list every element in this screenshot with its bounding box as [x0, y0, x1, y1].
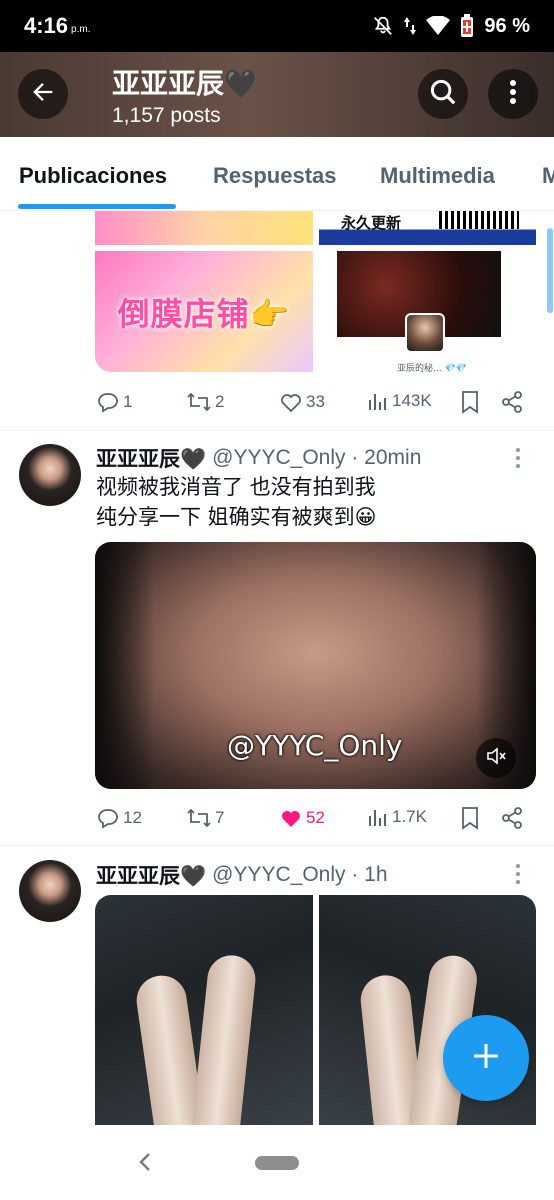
tweet-text-line-1: 视频被我消音了 也没有拍到我	[96, 475, 376, 499]
search-icon	[428, 77, 458, 112]
search-button[interactable]	[418, 69, 468, 119]
bookmark-button[interactable]	[459, 806, 481, 830]
tweet-header: 亚亚亚辰🖤 @YYYC_Only · 1h	[96, 860, 388, 890]
banner-text: 永久更新	[341, 214, 402, 232]
retweet-count: 2	[215, 392, 225, 411]
post1-media-1[interactable]	[95, 211, 313, 245]
more-dot	[516, 464, 520, 468]
status-ampm: p.m.	[71, 23, 91, 35]
like-button[interactable]: 33	[279, 390, 325, 414]
system-status-bar: 4:16 p.m. 96 %	[0, 0, 554, 52]
tab-more-cutoff[interactable]: M	[542, 163, 554, 189]
video-shadow	[95, 542, 155, 789]
reply-icon	[96, 806, 120, 830]
views-icon	[367, 806, 389, 828]
status-time: 4:16	[24, 13, 69, 38]
retweet-icon	[186, 390, 212, 414]
more-options-button[interactable]	[488, 69, 538, 119]
reply-icon	[96, 390, 120, 414]
bookmark-button[interactable]	[459, 390, 481, 414]
wifi-icon	[426, 16, 451, 36]
more-dot	[516, 864, 520, 868]
post-divider	[0, 430, 554, 431]
video-watermark: @YYYC_Only	[227, 729, 403, 762]
post-divider	[0, 845, 554, 846]
home-gesture-pill[interactable]	[255, 1156, 299, 1170]
view-count: 143K	[392, 391, 432, 410]
reply-count: 12	[123, 808, 142, 827]
post-count: 1,157 posts	[112, 104, 221, 127]
tweet-more-button[interactable]	[516, 864, 520, 884]
like-button[interactable]: 52	[279, 806, 325, 830]
tweet-photo-1[interactable]	[95, 895, 313, 1125]
share-button[interactable]	[500, 806, 524, 830]
views-button[interactable]: 1.7K	[367, 806, 427, 828]
nav-back-chevron-icon[interactable]	[138, 1151, 152, 1178]
tweet-more-button[interactable]	[516, 448, 520, 468]
views-button[interactable]: 143K	[367, 390, 432, 412]
retweet-button[interactable]: 7	[186, 806, 224, 830]
like-count: 33	[306, 392, 325, 411]
battery-percent: 96 %	[484, 14, 530, 37]
views-icon	[367, 390, 389, 412]
back-button[interactable]	[18, 69, 68, 119]
bookmark-icon	[459, 390, 481, 414]
tab-respuestas[interactable]: Respuestas	[213, 163, 337, 189]
profile-name: 亚亚亚辰🖤	[112, 68, 259, 99]
more-vertical-icon	[509, 79, 517, 110]
like-count: 52	[306, 808, 325, 827]
retweet-icon	[186, 806, 212, 830]
active-tab-indicator	[18, 204, 176, 209]
product-caption: 亚辰的秘... 💎💎	[397, 364, 467, 372]
reply-count: 1	[123, 392, 133, 411]
shop-promo-text: 倒膜店铺👉	[117, 294, 291, 333]
scrollbar-thumb[interactable]	[547, 228, 553, 313]
back-arrow-icon	[29, 78, 57, 111]
tweet-handle-time[interactable]: @YYYC_Only · 1h	[212, 863, 387, 887]
more-dot	[516, 872, 520, 876]
dnd-off-bell-icon	[372, 15, 394, 37]
compose-plus-icon	[471, 1041, 501, 1076]
profile-header: 亚亚亚辰🖤 1,157 posts	[0, 52, 554, 137]
post1-media-3[interactable]: 倒膜店铺👉	[95, 251, 313, 372]
tweet-text-line-2: 纯分享一下 姐确实有被爽到😀	[96, 505, 377, 529]
more-dot	[516, 456, 520, 460]
system-navigation-bar	[0, 1125, 554, 1200]
tweet-text: 视频被我消音了 也没有拍到我 纯分享一下 姐确实有被爽到😀	[96, 472, 377, 532]
tweet-author-name[interactable]: 亚亚亚辰🖤	[96, 860, 206, 890]
share-icon	[500, 390, 524, 414]
post1-media-4[interactable]: 亚辰的秘... 💎💎	[319, 251, 536, 372]
data-arrows-icon	[404, 15, 417, 37]
tweet-handle-time[interactable]: @YYYC_Only · 20min	[212, 446, 421, 470]
battery-charging-icon	[460, 14, 474, 38]
profile-tabs: Publicaciones Respuestas Multimedia M	[0, 137, 554, 211]
view-count: 1.7K	[392, 807, 427, 826]
reply-button[interactable]: 12	[96, 806, 142, 830]
tweet-video[interactable]: @YYYC_Only	[95, 542, 536, 789]
avatar[interactable]	[19, 860, 81, 922]
tab-publicaciones[interactable]: Publicaciones	[19, 163, 167, 189]
share-button[interactable]	[500, 390, 524, 414]
photo-subject	[190, 953, 258, 1125]
qr-code	[439, 211, 519, 229]
bookmark-icon	[459, 806, 481, 830]
mute-icon	[485, 745, 507, 772]
retweet-button[interactable]: 2	[186, 390, 224, 414]
reply-button[interactable]: 1	[96, 390, 132, 414]
more-dot	[516, 448, 520, 452]
tweet-header: 亚亚亚辰🖤 @YYYC_Only · 20min	[96, 443, 421, 473]
compose-button[interactable]	[443, 1015, 529, 1101]
heart-icon	[279, 390, 303, 414]
share-icon	[500, 806, 524, 830]
tweet-author-name[interactable]: 亚亚亚辰🖤	[96, 443, 206, 473]
status-icons: 96 %	[372, 14, 530, 38]
more-dot	[516, 880, 520, 884]
avatar[interactable]	[19, 444, 81, 506]
tab-multimedia[interactable]: Multimedia	[380, 163, 495, 189]
retweet-count: 7	[215, 808, 225, 827]
post1-media-2[interactable]: 永久更新	[319, 211, 536, 245]
heart-filled-icon	[279, 806, 303, 830]
product-avatar	[405, 313, 445, 353]
mute-button[interactable]	[476, 738, 516, 778]
